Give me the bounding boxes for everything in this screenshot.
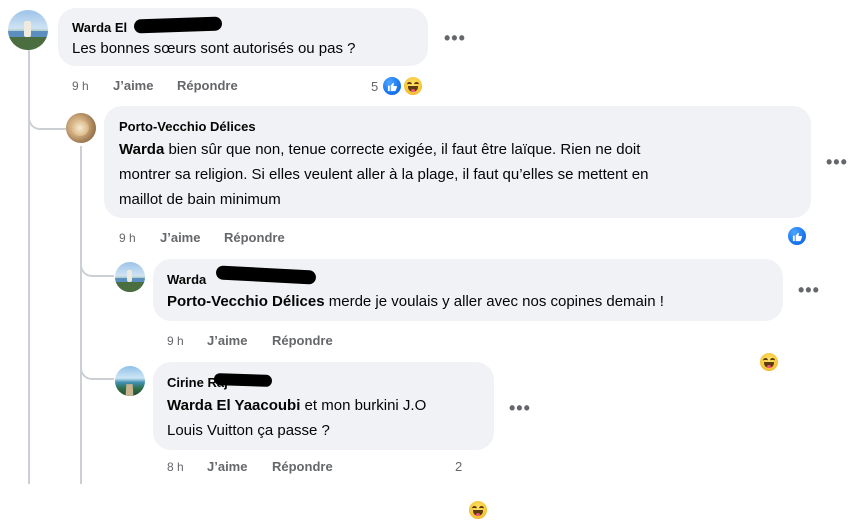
more-options-button[interactable]: ••• <box>826 152 848 173</box>
thread-connector <box>80 348 114 380</box>
comment-author[interactable]: Warda El <box>72 20 127 35</box>
comment-text-segment: et mon burkini J.O <box>300 397 427 414</box>
comment-text-segment: Louis Vuitton ça passe ? <box>167 422 330 439</box>
mention[interactable]: Porto-Vecchio Délices <box>167 293 325 310</box>
reply-button[interactable]: Répondre <box>272 333 333 348</box>
comment-text-segment: merde je voulais y aller avec nos copine… <box>324 293 664 310</box>
reply-button[interactable]: Répondre <box>272 459 333 474</box>
avatar[interactable] <box>115 366 145 396</box>
thread-connector <box>28 100 66 130</box>
comment-text: Porto-Vecchio Délices merde je voulais y… <box>167 289 664 314</box>
comment-time[interactable]: 8 h <box>167 460 184 474</box>
avatar[interactable] <box>115 262 145 292</box>
avatar[interactable] <box>66 113 96 143</box>
comment-text-segment: montrer sa religion. Si elles veulent al… <box>119 166 649 183</box>
comment-text: Warda El Yaacoubi et mon burkini J.O Lou… <box>167 393 487 443</box>
redaction-mark <box>213 372 273 388</box>
haha-icon[interactable] <box>467 499 489 521</box>
reply-button[interactable]: Répondre <box>224 230 285 245</box>
more-options-button[interactable]: ••• <box>798 280 820 301</box>
comment-time[interactable]: 9 h <box>72 79 89 93</box>
comment-author[interactable]: Warda <box>167 272 206 287</box>
more-options-button[interactable]: ••• <box>444 28 466 49</box>
comment-text: Les bonnes sœurs sont autorisés ou pas ? <box>72 40 356 57</box>
haha-icon[interactable] <box>758 351 780 373</box>
mention[interactable]: Warda El Yaacoubi <box>167 397 300 414</box>
like-button[interactable]: J’aime <box>207 459 247 474</box>
reaction-count[interactable]: 5 <box>371 79 378 94</box>
comment-text-segment: bien sûr que non, tenue correcte exigée,… <box>164 141 641 158</box>
more-options-button[interactable]: ••• <box>509 398 531 419</box>
comment-time[interactable]: 9 h <box>167 334 184 348</box>
mention[interactable]: Warda <box>119 141 164 158</box>
haha-icon[interactable] <box>402 75 424 97</box>
thread-connector <box>80 245 114 277</box>
reaction-count[interactable]: 2 <box>455 459 462 474</box>
thread-line-nested <box>80 146 82 484</box>
comment-author[interactable]: Porto-Vecchio Délices <box>119 119 256 134</box>
like-button[interactable]: J’aime <box>207 333 247 348</box>
comment-text-segment: maillot de bain minimum <box>119 191 281 208</box>
like-button[interactable]: J’aime <box>113 78 153 93</box>
like-button[interactable]: J’aime <box>160 230 200 245</box>
like-icon[interactable] <box>381 75 403 97</box>
reply-button[interactable]: Répondre <box>177 78 238 93</box>
avatar[interactable] <box>8 10 48 50</box>
comment-time[interactable]: 9 h <box>119 231 136 245</box>
comment-text: Warda bien sûr que non, tenue correcte e… <box>119 137 799 212</box>
like-icon[interactable] <box>786 225 808 247</box>
